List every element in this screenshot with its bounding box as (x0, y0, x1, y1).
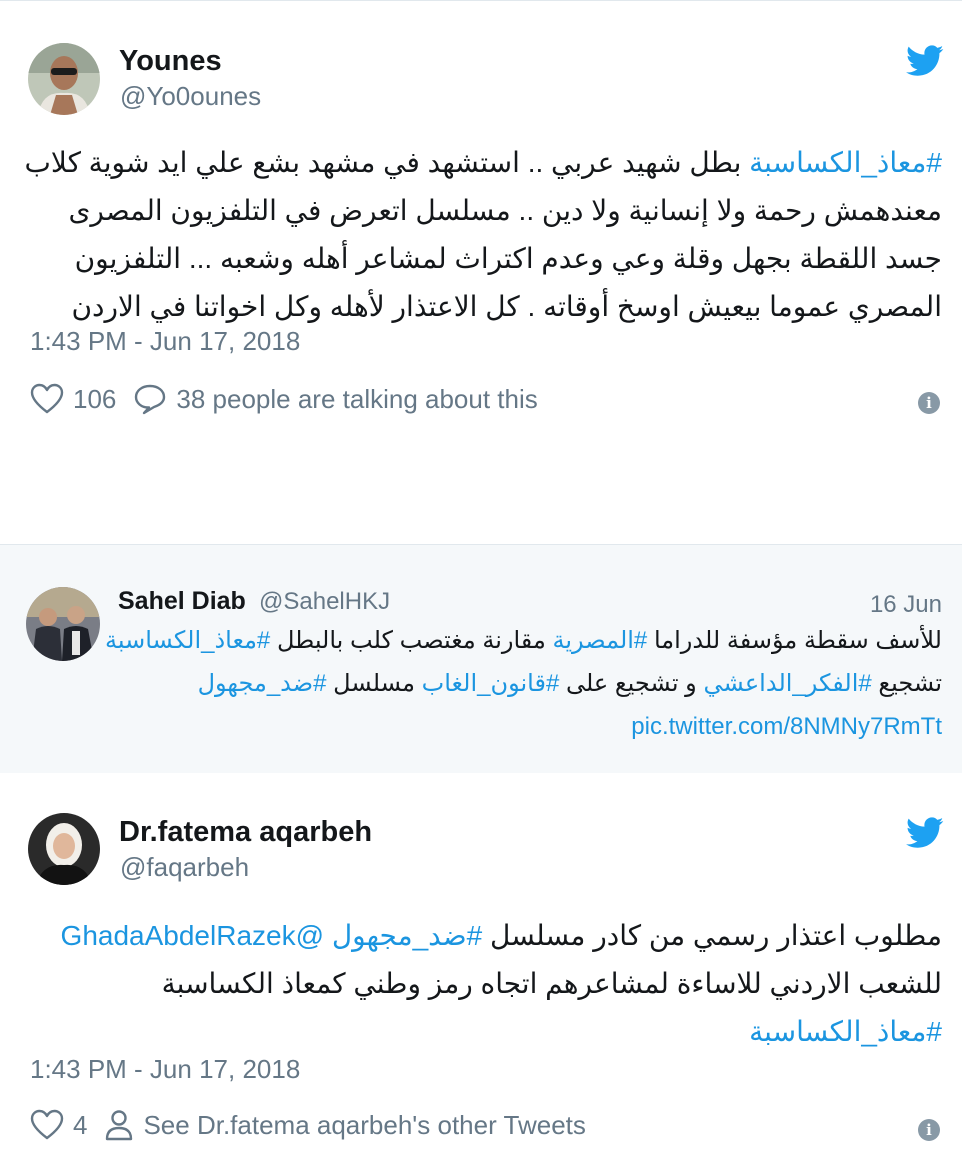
text-segment: معندهمش رحمة ولا إنسانية ولا دين .. مسلس… (68, 195, 943, 226)
tweet-card-fatema[interactable]: Dr.fatema aqarbeh @faqarbeh مطلوب اعتذار… (0, 773, 962, 1152)
tweet-text: مطلوب اعتذار رسمي من كادر مسلسل #ضد_مجهو… (22, 912, 942, 1056)
heart-icon[interactable] (30, 383, 64, 415)
author-handle[interactable]: @faqarbeh (120, 852, 249, 883)
hashtag-link[interactable]: #الفكر_الداعشي (703, 670, 871, 697)
hashtag-link[interactable]: #قانون_الغاب (422, 670, 560, 697)
timestamp[interactable]: 1:43 PM - Jun 17, 2018 (30, 1054, 300, 1085)
author-name[interactable]: Younes (119, 45, 222, 78)
tweet-card-younes[interactable]: Younes @Yo0ounes #معاذ_الكساسبة بطل شهيد… (0, 0, 962, 444)
mention-link[interactable]: @GhadaAbdelRazek (61, 920, 324, 951)
text-segment: تشجيع (871, 670, 942, 697)
text-line: معندهمش رحمة ولا إنسانية ولا دين .. مسلس… (22, 187, 943, 235)
text-line: المصري عموما بيعيش اوسخ أوقاته . كل الاع… (22, 283, 942, 331)
text-segment: المصري عموما بيعيش اوسخ أوقاته . كل الاع… (71, 291, 942, 322)
like-count[interactable]: 4 (73, 1110, 87, 1141)
text-line: #معاذ_الكساسبة (22, 1008, 942, 1056)
text-line: للأسف سقطة مؤسفة للدراما #المصرية مقارنة… (105, 619, 942, 662)
spacer (0, 443, 962, 544)
info-icon[interactable]: i (918, 392, 940, 414)
talking-link[interactable]: 38 people are talking about this (176, 384, 537, 415)
heart-icon[interactable] (30, 1109, 64, 1141)
action-bar: 106 38 people are talking about this (30, 383, 538, 415)
tweet-text: #معاذ_الكساسبة بطل شهيد عربي .. استشهد ف… (22, 139, 943, 331)
info-icon[interactable]: i (918, 1119, 940, 1141)
text-line: جسد اللقطة بجهل وقلة وعي وعدم اكتراث لمش… (22, 235, 942, 283)
twitter-bird-icon[interactable] (906, 45, 946, 79)
text-segment: مقارنة مغتصب كلب بالبطل (270, 627, 553, 654)
hashtag-link[interactable]: #ضد_مجهول (332, 920, 482, 951)
text-segment: جسد اللقطة بجهل وقلة وعي وعدم اكتراث لمش… (74, 243, 942, 274)
like-count[interactable]: 106 (73, 384, 116, 415)
text-segment: و تشجيع على (559, 670, 704, 697)
quoted-tweet-sahel[interactable]: Sahel Diab @SahelHKJ 16 Jun للأسف سقطة م… (0, 544, 962, 774)
text-segment (324, 920, 332, 951)
timestamp[interactable]: 1:43 PM - Jun 17, 2018 (30, 326, 300, 357)
avatar[interactable] (28, 813, 100, 885)
hashtag-link[interactable]: #ضد_مجهول (198, 670, 327, 697)
avatar[interactable] (28, 43, 100, 115)
text-line: مطلوب اعتذار رسمي من كادر مسلسل #ضد_مجهو… (22, 912, 942, 960)
text-line: للشعب الاردني للاساءة لمشاعرهم اتجاه رمز… (22, 960, 942, 1008)
twitter-bird-icon[interactable] (906, 817, 946, 851)
hashtag-link[interactable]: #المصرية (552, 627, 647, 654)
author-name[interactable]: Dr.fatema aqarbeh (119, 816, 372, 849)
author-handle[interactable]: @SahelHKJ (259, 588, 390, 616)
hashtag-link[interactable]: #معاذ_الكساسبة (105, 627, 270, 654)
avatar[interactable] (26, 587, 100, 661)
comment-icon[interactable] (133, 383, 167, 415)
text-segment: للأسف سقطة مؤسفة للدراما (647, 627, 942, 654)
text-segment: للشعب الاردني للاساءة لمشاعرهم اتجاه رمز… (161, 968, 942, 999)
hashtag-link[interactable]: #معاذ_الكساسبة (749, 147, 942, 178)
action-bar: 4 See Dr.fatema aqarbeh's other Tweets (30, 1109, 586, 1141)
text-segment: مسلسل (326, 670, 422, 697)
hashtag-link[interactable]: #معاذ_الكساسبة (749, 1016, 942, 1047)
person-icon[interactable] (104, 1109, 134, 1141)
quoted-text: للأسف سقطة مؤسفة للدراما #المصرية مقارنة… (105, 619, 942, 748)
text-line: #معاذ_الكساسبة بطل شهيد عربي .. استشهد ف… (22, 139, 943, 187)
text-segment: بطل شهيد عربي .. استشهد في مشهد بشع علي … (24, 147, 750, 178)
text-segment: مطلوب اعتذار رسمي من كادر مسلسل (482, 920, 942, 951)
author-name[interactable]: Sahel Diab (118, 587, 246, 616)
text-line: تشجيع #الفكر_الداعشي و تشجيع على #قانون_… (112, 662, 942, 705)
tweet-date[interactable]: 16 Jun (870, 591, 942, 619)
other-tweets-link[interactable]: See Dr.fatema aqarbeh's other Tweets (143, 1110, 585, 1141)
pic-link[interactable]: pic.twitter.com/8NMNy7RmTt (631, 713, 942, 740)
author-handle[interactable]: @Yo0ounes (120, 81, 261, 112)
